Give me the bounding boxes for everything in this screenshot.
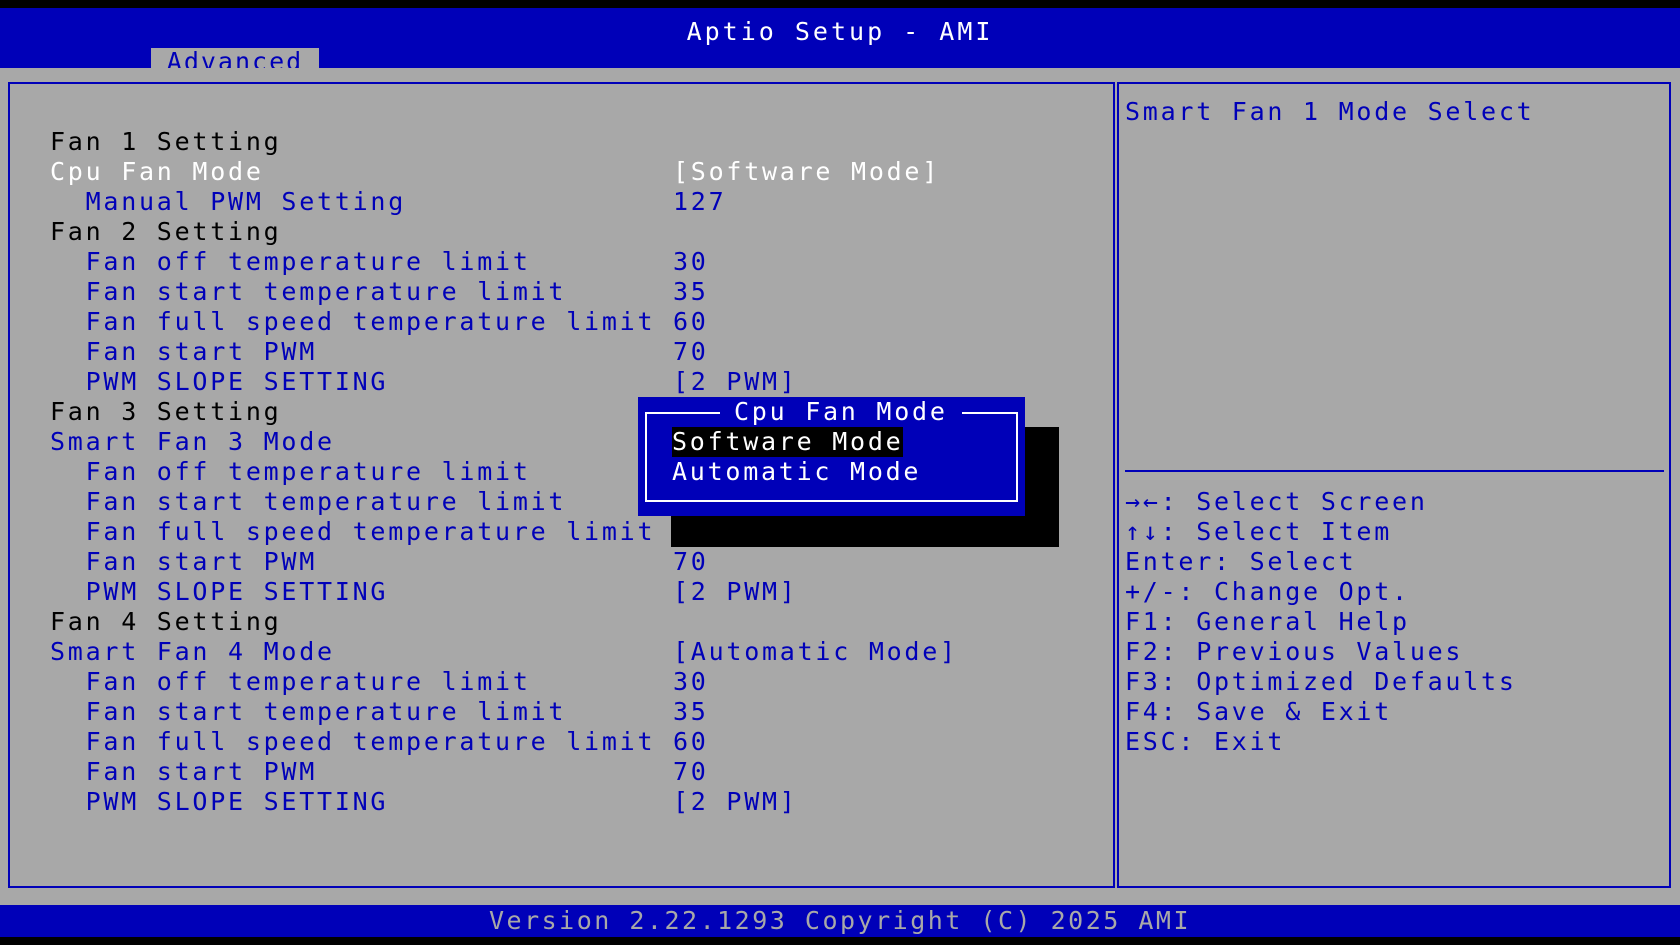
key-help-item: +/-: Change Opt. xyxy=(1125,577,1410,606)
key-help-item: ↑↓: Select Item xyxy=(1125,517,1393,546)
setting-value[interactable]: [2 PWM] xyxy=(673,577,798,607)
section-heading: Fan 2 Setting xyxy=(50,217,282,246)
setting-label[interactable]: Fan full speed temperature limit xyxy=(50,517,655,547)
setting-label[interactable]: PWM SLOPE SETTING xyxy=(50,367,388,397)
key-help-item: F2: Previous Values xyxy=(1125,637,1464,666)
setting-value[interactable]: [2 PWM] xyxy=(673,367,798,397)
setting-label[interactable]: PWM SLOPE SETTING xyxy=(50,787,388,817)
popup-title: Cpu Fan Mode xyxy=(720,397,962,427)
key-help-item: Enter: Select xyxy=(1125,547,1357,576)
setting-value[interactable]: [Automatic Mode] xyxy=(673,637,958,667)
setting-value[interactable]: 35 xyxy=(673,697,709,727)
version-text: Version 2.22.1293 Copyright (C) 2025 AMI xyxy=(488,906,1192,935)
setting-value[interactable]: [Software Mode] xyxy=(673,157,940,187)
setting-label[interactable]: Fan start PWM xyxy=(50,337,317,367)
setting-value[interactable]: 70 xyxy=(673,337,709,367)
bios-screen: Aptio Setup - AMI Advanced Fan 1 Setting… xyxy=(0,0,1680,945)
footer-bar: Version 2.22.1293 Copyright (C) 2025 AMI xyxy=(0,905,1680,937)
item-help-text: Smart Fan 1 Mode Select xyxy=(1125,97,1535,126)
setting-label[interactable]: Fan off temperature limit xyxy=(50,247,531,277)
setting-value[interactable]: 30 xyxy=(673,667,709,697)
setting-value[interactable]: 60 xyxy=(673,727,709,757)
setting-value[interactable]: 70 xyxy=(673,547,709,577)
setting-value[interactable]: 30 xyxy=(673,247,709,277)
app-title: Aptio Setup - AMI xyxy=(686,17,994,46)
setting-value[interactable]: 35 xyxy=(673,277,709,307)
help-panel xyxy=(1117,82,1671,888)
section-heading: Fan 4 Setting xyxy=(50,607,282,636)
setting-value[interactable]: 127 xyxy=(673,187,726,217)
setting-label[interactable]: Fan start temperature limit xyxy=(50,277,566,307)
setting-label[interactable]: Fan full speed temperature limit xyxy=(50,307,655,337)
setting-label[interactable]: Smart Fan 4 Mode xyxy=(50,637,335,667)
setting-value[interactable]: 60 xyxy=(673,307,709,337)
section-heading: Fan 3 Setting xyxy=(50,397,282,426)
setting-value[interactable]: [2 PWM] xyxy=(673,787,798,817)
key-help-item: F1: General Help xyxy=(1125,607,1410,636)
key-help-item: F4: Save & Exit xyxy=(1125,697,1393,726)
help-divider xyxy=(1125,470,1664,472)
title-bar: Aptio Setup - AMI Advanced xyxy=(0,8,1680,76)
section-heading: Fan 1 Setting xyxy=(50,127,282,156)
setting-label[interactable]: Fan start temperature limit xyxy=(50,487,566,517)
setting-label[interactable]: Fan start temperature limit xyxy=(50,697,566,727)
key-help-item: ESC: Exit xyxy=(1125,727,1286,756)
popup-option[interactable]: Software Mode xyxy=(672,427,904,457)
setting-label[interactable]: Smart Fan 3 Mode xyxy=(50,427,335,457)
setting-value[interactable]: 70 xyxy=(673,757,709,787)
key-help-item: F3: Optimized Defaults xyxy=(1125,667,1517,696)
setting-label[interactable]: PWM SLOPE SETTING xyxy=(50,577,388,607)
setting-label[interactable]: Fan start PWM xyxy=(50,547,317,577)
popup-option[interactable]: Automatic Mode xyxy=(672,457,921,487)
setting-label[interactable]: Fan off temperature limit xyxy=(50,457,531,487)
setting-label[interactable]: Fan start PWM xyxy=(50,757,317,787)
setting-label[interactable]: Fan off temperature limit xyxy=(50,667,531,697)
setting-label[interactable]: Manual PWM Setting xyxy=(50,187,406,217)
setting-label[interactable]: Cpu Fan Mode xyxy=(50,157,264,187)
setting-label[interactable]: Fan full speed temperature limit xyxy=(50,727,655,757)
key-help-item: →←: Select Screen xyxy=(1125,487,1428,516)
